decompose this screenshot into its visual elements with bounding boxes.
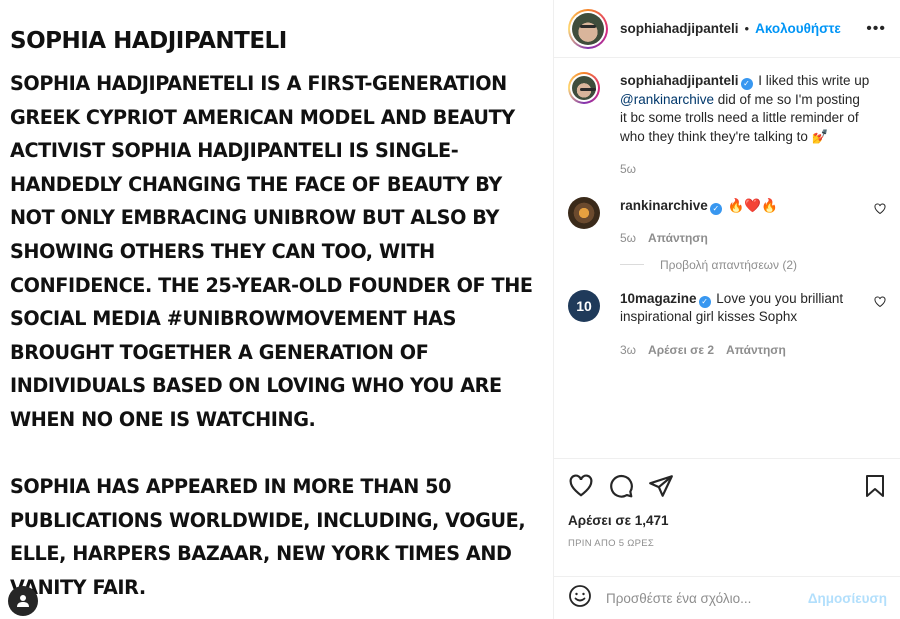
comment-icon[interactable] bbox=[608, 473, 634, 499]
article-body: SOPHIA HADJIPANETELI IS A FIRST-GENERATI… bbox=[10, 72, 533, 599]
post-sidebar: sophiahadjipanteli • Ακολουθήστε ••• sop… bbox=[553, 0, 900, 619]
comment-item: rankinarchive ✓ 🔥❤️🔥 5ω Απάντηση bbox=[568, 196, 886, 248]
comment-like-heart-icon[interactable] bbox=[874, 295, 886, 311]
caption-mention[interactable]: @rankinarchive bbox=[620, 92, 714, 107]
emoji-icon[interactable] bbox=[568, 584, 592, 613]
comment-like-heart-icon[interactable] bbox=[874, 202, 886, 218]
comment-text: 🔥❤️🔥 bbox=[723, 197, 778, 213]
comment-time: 3ω bbox=[620, 342, 637, 357]
view-replies-label: Προβολή απαντήσεων (2) bbox=[660, 257, 798, 272]
comment-item: 10 10magazine ✓ Love you you brilliant in… bbox=[568, 289, 886, 360]
post-header: sophiahadjipanteli • Ακολουθήστε ••• bbox=[554, 0, 900, 58]
article-headline: SOPHIA HADJIPANTELI bbox=[10, 28, 287, 54]
likes-count[interactable]: Αρέσει σε 1,471 bbox=[568, 513, 887, 528]
user-tag-icon[interactable] bbox=[8, 586, 38, 616]
reply-button[interactable]: Απάντηση bbox=[726, 341, 786, 360]
comment-time: 5ω bbox=[620, 231, 637, 245]
follow-button[interactable]: Ακολουθήστε bbox=[755, 21, 841, 36]
verified-badge-icon: ✓ bbox=[709, 202, 722, 215]
author-avatar[interactable] bbox=[568, 8, 608, 49]
bookmark-icon[interactable] bbox=[863, 473, 887, 499]
caption-username[interactable]: sophiahadjipanteli bbox=[620, 73, 739, 88]
verified-badge-icon: ✓ bbox=[698, 295, 711, 308]
reply-button[interactable]: Απάντηση bbox=[648, 229, 708, 248]
more-options-icon[interactable]: ••• bbox=[866, 20, 886, 38]
caption: sophiahadjipanteli ✓ I liked this write u… bbox=[568, 72, 886, 179]
heart-icon[interactable] bbox=[568, 473, 594, 499]
add-comment-bar: Δημοσίευση bbox=[554, 576, 900, 619]
comments-list[interactable]: sophiahadjipanteli ✓ I liked this write u… bbox=[554, 58, 900, 458]
post-comment-button[interactable]: Δημοσίευση bbox=[808, 591, 887, 606]
comment-likes-button[interactable]: Αρέσει σε 2 bbox=[648, 341, 714, 360]
share-icon[interactable] bbox=[648, 473, 674, 499]
post-image[interactable]: SOPHIA HADJIPANTELI SOPHIA HADJIPANETELI… bbox=[0, 0, 553, 619]
caption-time: 5ω bbox=[620, 162, 637, 176]
comment-username[interactable]: rankinarchive bbox=[620, 198, 708, 213]
post-actions: Αρέσει σε 1,471 ΠΡΙΝ ΑΠΟ 5 ΩΡΕΣ bbox=[554, 458, 900, 549]
view-replies-button[interactable]: Προβολή απαντήσεων (2) bbox=[620, 258, 886, 272]
comment-input[interactable] bbox=[606, 590, 808, 606]
comment-avatar[interactable]: 10 bbox=[568, 289, 600, 322]
caption-text-before: I liked this write up bbox=[754, 73, 870, 88]
separator-dot: • bbox=[744, 21, 750, 36]
post-timestamp: ΠΡΙΝ ΑΠΟ 5 ΩΡΕΣ bbox=[568, 538, 655, 549]
author-username[interactable]: sophiahadjipanteli bbox=[620, 21, 739, 36]
replies-divider bbox=[620, 264, 644, 265]
comment-avatar[interactable] bbox=[568, 196, 600, 229]
comment-username[interactable]: 10magazine bbox=[620, 291, 697, 306]
caption-avatar[interactable] bbox=[568, 72, 600, 104]
verified-badge-icon: ✓ bbox=[740, 78, 753, 90]
